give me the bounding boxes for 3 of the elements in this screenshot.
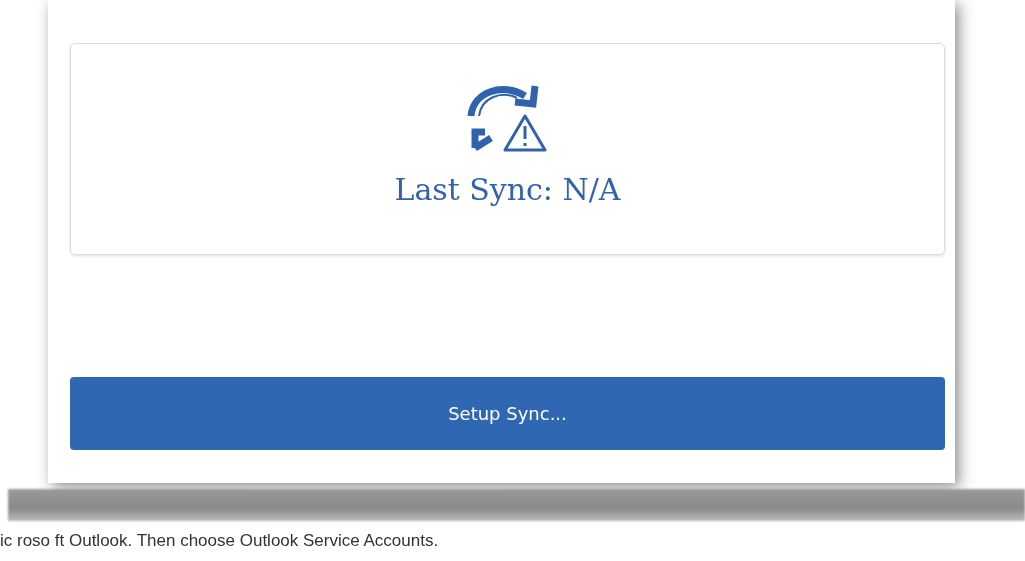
setup-sync-button[interactable]: Setup Sync... (70, 377, 945, 450)
last-sync-text: Last Sync: N/A (394, 172, 621, 207)
instruction-text: ic roso ft Outlook. Then choose Outlook Service Accounts. (0, 531, 440, 551)
